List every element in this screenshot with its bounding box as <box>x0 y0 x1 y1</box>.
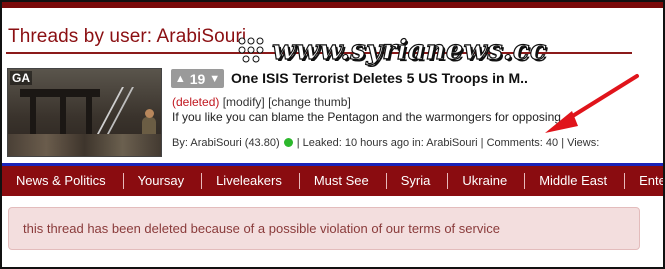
deletion-alert: this thread has been deleted because of … <box>8 207 640 250</box>
thumbnail-rubble <box>8 134 161 156</box>
page-title: Threads by user: ArabiSouri <box>8 26 247 47</box>
thread-actions: (deleted) [modify] [change thumb] <box>172 95 351 109</box>
nav-item-entertainment[interactable]: Entertainment <box>625 173 663 189</box>
chevron-down-icon[interactable]: ▼ <box>209 73 220 85</box>
deleted-status: (deleted) <box>172 95 220 109</box>
thumbnail-badge: GA <box>10 71 32 85</box>
thread-meta: By: ArabiSouri (43.80) | Leaked: 10 hour… <box>172 137 599 149</box>
chevron-up-icon[interactable]: ▲ <box>175 73 186 85</box>
thread-description: If you like you can blame the Pentagon a… <box>172 110 565 124</box>
category-link[interactable]: ArabiSouri <box>426 137 477 149</box>
modify-link[interactable]: [modify] <box>223 95 265 109</box>
watermark-logo-icon <box>238 37 264 63</box>
vote-count: 19 <box>189 70 206 87</box>
online-status-icon <box>283 138 293 147</box>
comments-count[interactable]: 40 <box>546 137 558 149</box>
watermark: www.syrianews.cc <box>236 30 638 70</box>
nav-item-news-politics[interactable]: News & Politics <box>2 173 124 189</box>
author-link[interactable]: ArabiSouri <box>190 137 241 149</box>
nav-item-ukraine[interactable]: Ukraine <box>448 173 526 189</box>
author-score: (43.80) <box>244 137 280 149</box>
views-label: | Views: <box>561 137 600 149</box>
watermark-text: www.syrianews.cc <box>271 34 547 66</box>
nav-item-must-see[interactable]: Must See <box>300 173 387 189</box>
nav-item-yoursay[interactable]: Yoursay <box>124 173 203 189</box>
top-brand-strip <box>2 2 663 8</box>
vote-control[interactable]: ▲ 19 ▼ <box>171 69 224 88</box>
nav-item-liveleakers[interactable]: Liveleakers <box>202 173 300 189</box>
leaked-label: | Leaked: 10 hours ago in: <box>296 137 424 149</box>
change-thumb-link[interactable]: [change thumb] <box>268 95 351 109</box>
thread-thumbnail[interactable]: GA <box>7 68 162 157</box>
nav-item-middle-east[interactable]: Middle East <box>525 173 626 189</box>
nav-item-syria[interactable]: Syria <box>387 173 449 189</box>
by-label: By: <box>172 137 188 149</box>
thread-title[interactable]: One ISIS Terrorist Deletes 5 US Troops i… <box>231 70 528 86</box>
alert-message: this thread has been deleted because of … <box>23 221 500 236</box>
main-nav: News & Politics Yoursay Liveleakers Must… <box>2 166 663 196</box>
comments-label: | Comments: <box>480 137 543 149</box>
